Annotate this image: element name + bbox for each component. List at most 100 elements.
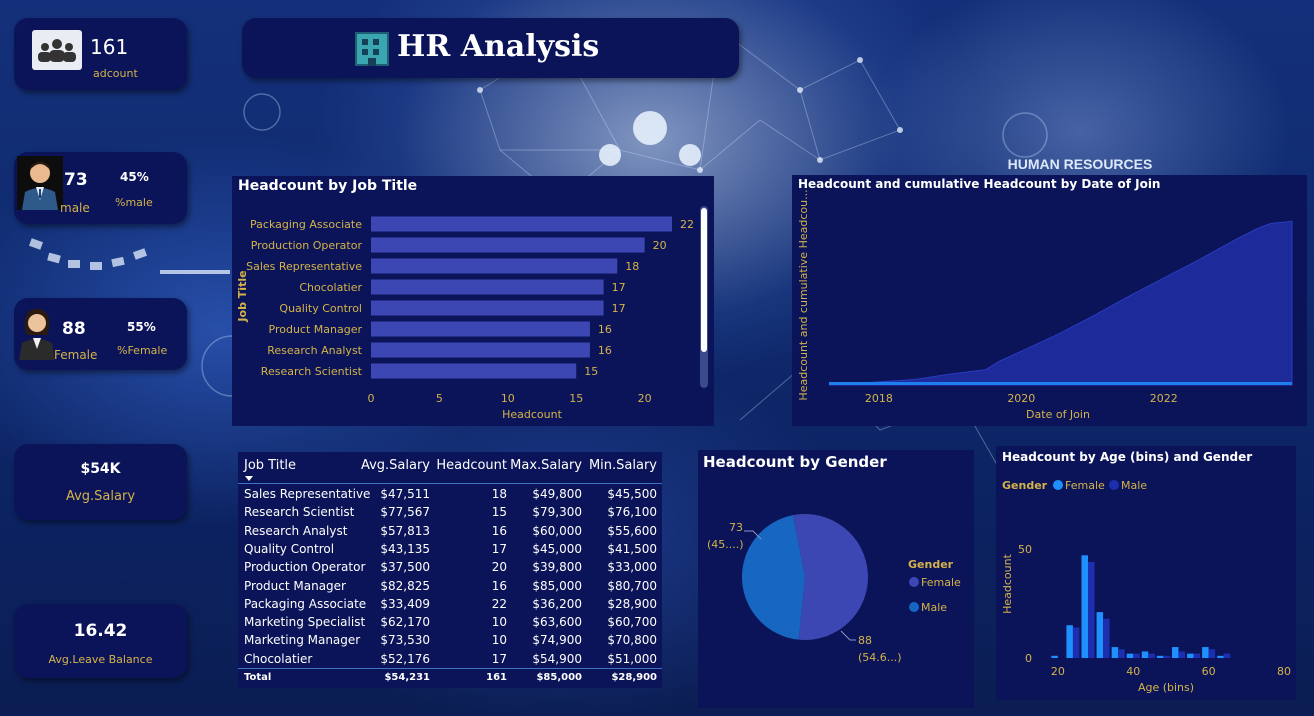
table-cell-max-salary: $39,800	[532, 560, 582, 575]
table-cell-job-title: Marketing Manager	[244, 633, 361, 648]
table-row[interactable]: Research Analyst $57,813 16 $60,000 $55,600	[238, 522, 662, 540]
job-title-chart-scrollbar[interactable]	[700, 206, 708, 388]
age-bar-female	[1171, 647, 1179, 658]
table-row[interactable]: Research Scientist $77,567 15 $79,300 $76,10…	[238, 503, 662, 521]
table-cell-job-title: Research Scientist	[244, 505, 355, 520]
column-header-max-salary[interactable]: Max.Salary	[510, 458, 582, 473]
legend-marker-female	[909, 577, 919, 587]
x-tick-label: 20	[1051, 665, 1065, 678]
bar-sales-representative	[371, 258, 618, 274]
kpi-male-card: 73 male 45% %male	[14, 152, 187, 224]
table-cell-headcount: 10	[491, 615, 507, 630]
table-cell-max-salary: $36,200	[532, 596, 582, 611]
age-bar-female	[1187, 653, 1194, 658]
table-row[interactable]: Packaging Associate $33,409 22 $36,200 $28,9…	[238, 595, 662, 613]
age-bar-female	[1111, 647, 1119, 658]
table-cell-headcount: 10	[491, 633, 507, 648]
bar-packaging-associate	[371, 216, 672, 232]
bar-research-scientist	[371, 363, 577, 379]
table-cell-avg-salary: $52,176	[380, 651, 430, 666]
sort-arrow-icon[interactable]	[245, 476, 253, 481]
x-axis-label: Age (bins)	[1138, 681, 1194, 694]
table-cell-avg-salary: $47,511	[380, 487, 430, 501]
column-header-headcount[interactable]: Headcount	[432, 458, 507, 473]
table-cell-max-salary: $63,600	[532, 615, 582, 630]
bar-product-manager	[371, 321, 590, 337]
table-cell-max-salary: $49,800	[532, 487, 582, 501]
x-tick-label: 2022	[1150, 392, 1178, 405]
kpi-avg-leave-card: 16.42 Avg.Leave Balance	[14, 604, 187, 678]
table-cell-max-salary: $54,900	[532, 651, 582, 666]
job-title-table: Job Title Avg.Salary Headcount Max.Salar…	[238, 452, 662, 688]
category-label: Research Scientist	[261, 365, 363, 378]
kpi-headcount-value: 161	[90, 35, 129, 59]
kpi-headcount-label: adcount	[93, 67, 138, 80]
y-axis-label: Job Title	[236, 270, 249, 322]
table-row[interactable]: Sales Representative $47,511 18 $49,800 $45,…	[238, 485, 662, 503]
total-avg-salary: $54,231	[384, 672, 430, 683]
x-tick-label: 60	[1202, 665, 1216, 678]
age-bar-female	[1051, 655, 1058, 658]
age-bar-female	[1066, 625, 1073, 658]
age-bar-male	[1103, 618, 1110, 658]
table-cell-max-salary: $60,000	[532, 523, 582, 538]
table-cell-job-title: Product Manager	[244, 578, 346, 593]
column-header-avg-salary[interactable]: Avg.Salary	[358, 458, 430, 473]
table-cell-avg-salary: $57,813	[380, 523, 430, 538]
pie-slice-male	[742, 515, 805, 640]
x-tick-label: 10	[501, 392, 515, 405]
slice-pct-male: (45....)	[707, 538, 744, 551]
table-row[interactable]: Quality Control $43,135 17 $45,000 $41,500	[238, 540, 662, 558]
legend-label-male: Male	[921, 601, 947, 614]
total-max-salary: $85,000	[536, 672, 582, 683]
table-cell-min-salary: $76,100	[607, 505, 657, 520]
table-cell-min-salary: $45,500	[607, 487, 657, 501]
table-row[interactable]: Production Operator $37,500 20 $39,800 $33,0…	[238, 558, 662, 576]
scrollbar-thumb[interactable]	[701, 208, 707, 352]
table-cell-job-title: Sales Representative	[244, 487, 371, 501]
column-header-min-salary[interactable]: Min.Salary	[585, 458, 657, 473]
date-join-area-chart: 2018 2020 2022 Date of Join Headcount and cu…	[797, 189, 1293, 421]
table-row[interactable]: Product Manager $82,825 16 $85,000 $80,700	[238, 577, 662, 595]
table-cell-headcount: 17	[491, 541, 507, 556]
age-bar-female	[1141, 651, 1149, 658]
total-min-salary: $28,900	[611, 672, 657, 683]
kpi-avg-salary-value: $54K	[80, 461, 121, 477]
table-cell-min-salary: $28,900	[607, 596, 657, 611]
data-label: 22	[680, 218, 694, 231]
legend-marker-male	[909, 602, 919, 612]
table-cell-min-salary: $41,500	[607, 541, 657, 556]
age-bar-female	[1217, 655, 1224, 658]
kpi-male-label: male	[60, 201, 90, 215]
table-cell-max-salary: $45,000	[532, 541, 582, 556]
kpi-female-pct: 55%	[127, 320, 156, 334]
table-cell-headcount: 16	[491, 578, 507, 593]
data-label: 17	[612, 281, 626, 294]
data-label: 20	[653, 239, 667, 252]
title-banner: HR Analysis	[242, 18, 739, 78]
table-cell-avg-salary: $73,530	[380, 633, 430, 648]
table-cell-avg-salary: $62,170	[380, 615, 430, 630]
table-row[interactable]: Marketing Manager $73,530 10 $74,900 $70,800	[238, 631, 662, 649]
table-cell-job-title: Marketing Specialist	[244, 615, 366, 630]
kpi-female-card: 88 Female 55% %Female	[14, 298, 187, 370]
legend-title: Gender	[1002, 479, 1048, 492]
table-total-row: Total $54,231 161 $85,000 $28,900	[238, 668, 662, 688]
age-bar-female	[1096, 612, 1104, 658]
table-cell-job-title: Chocolatier	[244, 651, 313, 666]
data-label: 18	[625, 260, 639, 273]
kpi-avg-leave-value: 16.42	[73, 621, 128, 641]
table-row[interactable]: Marketing Specialist $62,170 10 $63,600 $60,…	[238, 613, 662, 631]
kpi-female-pct-label: %Female	[117, 344, 168, 357]
age-bar-female	[1202, 647, 1209, 658]
table-cell-headcount: 17	[491, 651, 507, 666]
table-cell-avg-salary: $82,825	[380, 578, 430, 593]
table-cell-min-salary: $55,600	[607, 523, 657, 538]
column-header-job-title[interactable]: Job Title	[244, 458, 296, 473]
building-icon	[355, 32, 389, 66]
table-row[interactable]: Chocolatier $52,176 17 $54,900 $51,000	[238, 650, 662, 668]
age-bar-male	[1118, 649, 1125, 658]
slice-value-female: 88	[858, 634, 872, 647]
slice-pct-female: (54.6...)	[858, 651, 902, 664]
x-tick-label: 20	[638, 392, 652, 405]
